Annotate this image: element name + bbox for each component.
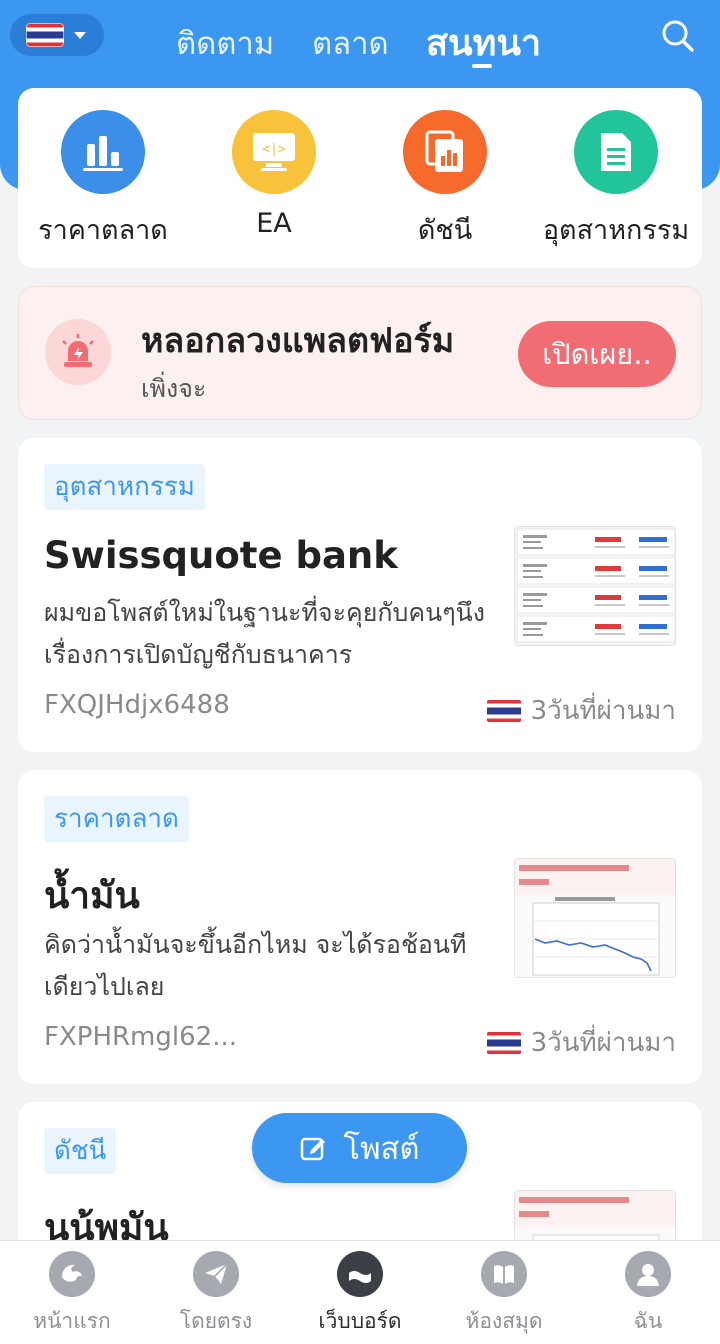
post-title: Swissquote bank	[44, 534, 398, 577]
nav-library[interactable]: ห้องสมุด	[432, 1251, 576, 1338]
quick-menu: ราคาตลาด <|> EA ดัชนี อุตสาหกรรม	[18, 88, 702, 268]
chart-thumbnail[interactable]	[514, 858, 676, 978]
nav-label: ห้องสมุด	[465, 1309, 543, 1333]
tab-market[interactable]: ตลาด	[312, 18, 389, 68]
post-category-tag[interactable]: อุตสาหกรรม	[44, 464, 205, 510]
quick-menu-label: ดัชนี	[417, 215, 473, 246]
post-card[interactable]: ราคาตลาด น้ำมัน คิดว่าน้ำมันจะขึ้นอีกไหม…	[18, 770, 702, 1084]
post-excerpt: คิดว่าน้ำมันจะขึ้นอีกไหม จะได้รอช้อนทีเด…	[44, 930, 467, 1001]
nav-label: หน้าแรก	[33, 1309, 111, 1333]
search-icon[interactable]	[660, 18, 696, 54]
siren-icon	[45, 319, 111, 385]
quick-menu-market-price[interactable]: ราคาตลาด	[18, 110, 188, 251]
tab-follow[interactable]: ติดตาม	[176, 18, 274, 68]
quick-menu-label: อุตสาหกรรม	[542, 215, 690, 246]
quick-menu-industry[interactable]: อุตสาหกรรม	[531, 110, 701, 251]
edit-icon	[301, 1137, 326, 1161]
nav-me[interactable]: ฉัน	[576, 1251, 720, 1338]
post-category-tag[interactable]: ราคาตลาด	[44, 796, 189, 842]
new-post-button[interactable]: โพสต์	[252, 1113, 467, 1183]
home-icon	[49, 1251, 95, 1297]
alert-title: หลอกลวงแพลตฟอร์ม	[141, 321, 455, 361]
post-title: น้ำมัน	[44, 874, 140, 917]
svg-text:<|>: <|>	[262, 142, 286, 157]
forum-icon	[337, 1251, 383, 1297]
post-time: 3วันที่ผ่านมา	[530, 696, 676, 726]
post-author[interactable]: FXPHRmgl62...	[44, 1022, 237, 1052]
top-tabs: ติดตาม ตลาด สนทนา	[0, 14, 720, 64]
thai-flag-icon	[486, 1031, 521, 1054]
monitor-code-icon: <|>	[232, 110, 316, 194]
post-card[interactable]: อุตสาหกรรม Swissquote bank ผมขอโพสต์ใหม่…	[18, 438, 702, 752]
nav-direct[interactable]: โดยตรง	[144, 1251, 288, 1338]
post-category-tag[interactable]: ดัชนี	[44, 1128, 117, 1174]
nav-home[interactable]: หน้าแรก	[0, 1251, 144, 1338]
post-meta: 3วันที่ผ่านมา	[486, 1022, 676, 1063]
nav-label: โดยตรง	[179, 1309, 253, 1333]
bottom-navigation: หน้าแรก โดยตรง เว็บบอร์ด ห้องสมุด ฉัน	[0, 1240, 720, 1344]
post-time: 3วันที่ผ่านมา	[530, 1028, 676, 1058]
report-icon	[403, 110, 487, 194]
new-post-label: โพสต์	[343, 1131, 420, 1167]
tab-discussion[interactable]: สนทนา	[426, 14, 541, 71]
quick-menu-ea[interactable]: <|> EA	[189, 110, 359, 239]
post-meta: 3วันที่ผ่านมา	[486, 690, 676, 731]
quotes-thumbnail[interactable]	[514, 526, 676, 646]
bar-chart-icon	[61, 110, 145, 194]
nav-forum[interactable]: เว็บบอร์ด	[288, 1251, 432, 1338]
document-icon	[574, 110, 658, 194]
active-tab-indicator	[472, 64, 492, 68]
quick-menu-index[interactable]: ดัชนี	[360, 110, 530, 251]
user-icon	[625, 1251, 671, 1297]
post-author[interactable]: FXQJHdjx6488	[44, 690, 230, 720]
send-icon	[193, 1251, 239, 1297]
quick-menu-label: EA	[256, 208, 292, 239]
reveal-button[interactable]: เปิดเผย..	[518, 321, 676, 387]
alert-subtitle: เพิ่งจะ	[141, 374, 207, 403]
thai-flag-icon	[486, 699, 521, 722]
nav-label: ฉัน	[633, 1309, 663, 1333]
quick-menu-label: ราคาตลาด	[38, 215, 168, 246]
scam-alert-banner[interactable]: หลอกลวงแพลตฟอร์ม เพิ่งจะ เปิดเผย..	[18, 286, 702, 420]
nav-label: เว็บบอร์ด	[318, 1309, 402, 1333]
book-icon	[481, 1251, 527, 1297]
post-excerpt: ผมขอโพสต์ใหม่ในฐานะที่จะคุยกับคนๆนึงเรื่…	[44, 598, 485, 669]
